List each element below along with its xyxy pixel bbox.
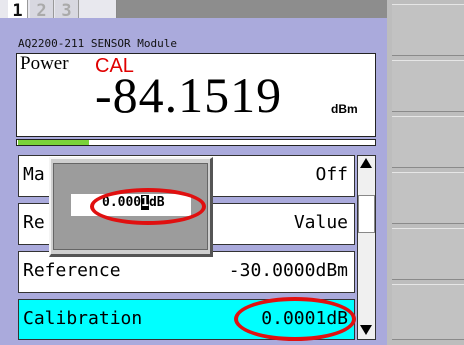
param-label: Re <box>23 212 45 233</box>
power-value: -84.1519 <box>95 67 283 123</box>
param-label: Calibration <box>23 308 143 329</box>
param-label: Reference <box>23 260 121 281</box>
param-value: Value <box>293 212 348 233</box>
softkey-1[interactable] <box>392 4 464 56</box>
softkey-6[interactable] <box>392 284 464 340</box>
highlight-oval-calibration <box>234 297 356 341</box>
highlight-oval-popup <box>90 188 206 225</box>
module-title: AQ2200-211 SENSOR Module <box>18 37 177 50</box>
scrollbar[interactable] <box>357 155 376 340</box>
power-unit: dBm <box>331 102 358 116</box>
level-bar-fill <box>18 140 89 145</box>
param-value: Off <box>315 164 348 185</box>
param-row-reference[interactable]: Reference -30.0000dBm <box>18 251 355 293</box>
softkey-5[interactable] <box>392 228 464 280</box>
softkey-4[interactable] <box>392 172 464 224</box>
param-label: Ma <box>23 164 45 185</box>
power-label: Power <box>20 53 69 74</box>
softkey-3[interactable] <box>392 116 464 168</box>
scroll-up-icon[interactable] <box>360 158 372 168</box>
scroll-down-icon[interactable] <box>360 325 372 335</box>
softkey-2[interactable] <box>392 60 464 112</box>
param-value: -30.0000dBm <box>228 260 348 281</box>
scroll-thumb[interactable] <box>358 195 375 233</box>
